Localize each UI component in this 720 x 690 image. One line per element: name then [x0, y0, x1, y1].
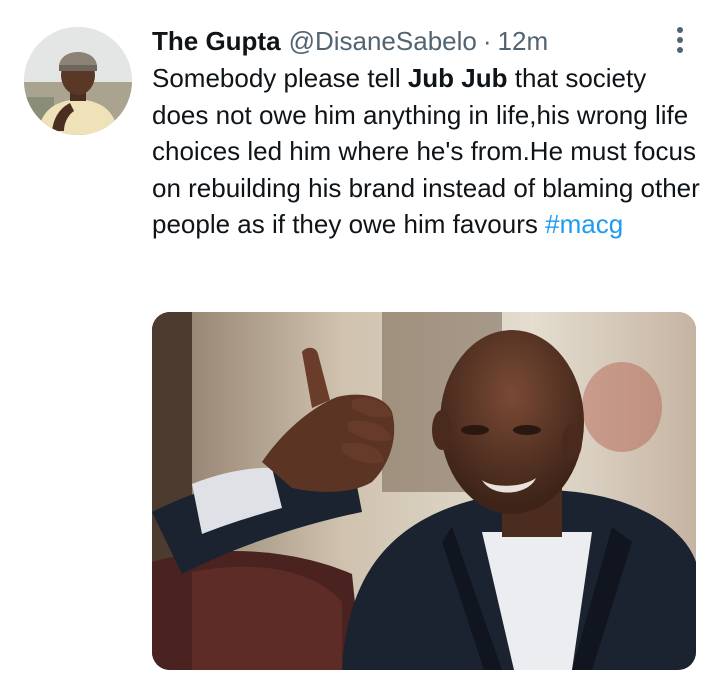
- tweet[interactable]: The Gupta @DisaneSabelo · 12m Somebody p…: [0, 0, 720, 690]
- display-name[interactable]: The Gupta: [152, 24, 281, 58]
- tweet-media-photo[interactable]: [152, 312, 696, 670]
- tweet-header: The Gupta @DisaneSabelo · 12m: [152, 24, 548, 58]
- tweet-text: Somebody please tell Jub Jub that societ…: [152, 60, 708, 243]
- tweet-text-part1: Somebody please tell: [152, 63, 408, 93]
- avatar[interactable]: [24, 27, 132, 135]
- tweet-text-bold-name: Jub Jub: [407, 63, 508, 93]
- username-handle[interactable]: @DisaneSabelo: [289, 24, 477, 58]
- user-avatar-icon: [24, 27, 132, 135]
- photo-man-pointing-icon: [152, 312, 696, 670]
- timestamp[interactable]: 12m: [498, 24, 549, 58]
- more-vertical-icon: [677, 27, 683, 53]
- more-options-button[interactable]: [666, 22, 694, 58]
- separator-dot: ·: [482, 26, 492, 56]
- hashtag-link[interactable]: #macg: [545, 209, 623, 239]
